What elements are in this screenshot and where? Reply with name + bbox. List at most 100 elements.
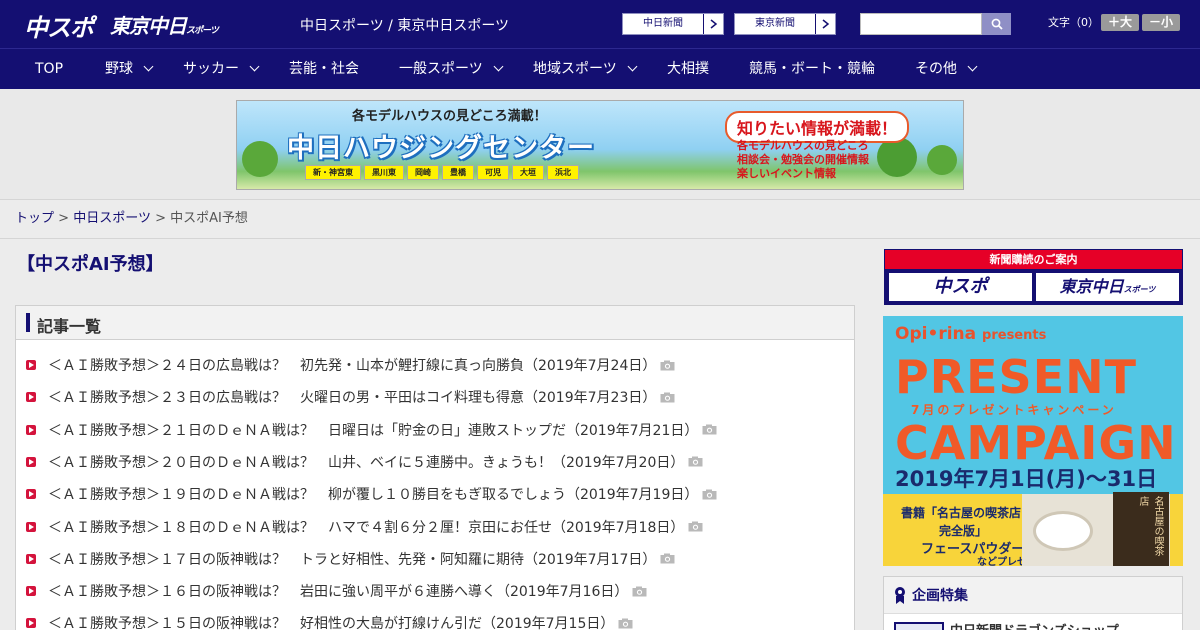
arrow-bullet-icon — [26, 553, 36, 564]
chuspo-logo[interactable]: 中スポ — [24, 8, 94, 43]
article-link[interactable]: ＜ＡＩ勝敗予想＞２０日のＤｅＮＡ戦は？ 山井、ベイに５連勝中。きょうも！（201… — [26, 451, 703, 473]
feature-item-title: 中日新聞ドラゴンズショップ — [950, 620, 1119, 630]
chevron-down-icon — [627, 61, 638, 72]
nav-item-label: その他 — [915, 61, 957, 77]
subscription-chuspo-logo[interactable]: 中スポ — [889, 273, 1032, 301]
nav-item-label: 競馬・ボート・競輪 — [749, 61, 875, 77]
article-link[interactable]: ＜ＡＩ勝敗予想＞２１日のＤｅＮＡ戦は？ 日曜日は「貯金の日」連敗ストップだ（20… — [26, 419, 717, 441]
camera-icon — [632, 582, 647, 597]
search-input[interactable] — [860, 13, 982, 35]
font-size-label: 文字（0） — [1048, 16, 1099, 29]
nav-item-top[interactable]: TOP — [35, 49, 63, 89]
article-link[interactable]: ＜ＡＩ勝敗予想＞１５日の阪神戦は？ 好相性の大島が打線けん引だ（2019年7月1… — [26, 612, 633, 630]
feature-heading-label: 企画特集 — [912, 588, 968, 604]
subscription-tokyo-logo[interactable]: 東京中日スポーツ — [1036, 273, 1179, 301]
ad-band: 各モデルハウスの見どころ満載！ 中日ハウジングセンター 新・神宮東 黒川東 岡崎… — [0, 89, 1200, 200]
breadcrumb-separator: > — [58, 211, 70, 226]
subscription-heading: 新聞購読のご案内 — [885, 250, 1182, 269]
ribbon-icon — [895, 587, 905, 604]
arrow-bullet-icon — [26, 424, 36, 435]
camera-icon — [702, 420, 717, 435]
article-title: ＜ＡＩ勝敗予想＞２４日の広島戦は？ 初先発・山本が鯉打線に真っ向勝負（2019年… — [48, 358, 657, 374]
camera-icon — [688, 517, 703, 532]
feature-thumbnail — [894, 622, 944, 630]
arrow-bullet-icon — [26, 586, 36, 597]
nav-item-label: TOP — [35, 61, 64, 77]
nav-item-label: 野球 — [105, 61, 133, 77]
tree-decoration — [927, 145, 957, 175]
powder-jar-image — [1033, 511, 1093, 551]
promo-foot-text: 書籍「名古屋の喫茶店 — [901, 506, 1022, 520]
arrow-bullet-icon — [26, 521, 36, 532]
article-title: ＜ＡＩ勝敗予想＞１６日の阪神戦は？ 岩田に強い周平が６連勝へ導く（2019年7月… — [48, 584, 629, 601]
tokyo-chunichi-logo[interactable]: 東京中日スポーツ — [110, 10, 219, 39]
article-link[interactable]: ＜ＡＩ勝敗予想＞１９日のＤｅＮＡ戦は？ 柳が覆し１０勝目をもぎ取るでしょう（20… — [26, 483, 717, 505]
chevron-right-icon — [703, 14, 723, 34]
article-list-panel: 記事一覧 ＜ＡＩ勝敗予想＞２４日の広島戦は？ 初先発・山本が鯉打線に真っ向勝負（… — [15, 305, 855, 630]
article-title: ＜ＡＩ勝敗予想＞２３日の広島戦は？ 火曜日の男・平田はコイ料理も得意（2019年… — [48, 390, 657, 407]
nav-item-label: 一般スポーツ — [399, 61, 483, 77]
article-title: ＜ＡＩ勝敗予想＞１５日の阪神戦は？ 好相性の大島が打線けん引だ（2019年7月1… — [48, 616, 615, 630]
camera-icon — [688, 452, 703, 467]
promo-brand: Opi•rina presents — [895, 324, 1046, 344]
subscription-box[interactable]: 新聞購読のご案内 中スポ 東京中日スポーツ — [884, 249, 1183, 305]
feature-item[interactable]: 中日新聞ドラゴンズショップ — [884, 613, 1182, 630]
chunichi-shimbun-label: 中日新聞 — [643, 18, 683, 29]
breadcrumb-top[interactable]: トップ — [15, 211, 54, 226]
banner-lines: 各モデルハウスの見どころ 相談会・勉強会の開催情報 楽しいイベント情報 — [737, 139, 869, 181]
tokyo-chunichi-logo-text: 東京中日 — [110, 14, 187, 38]
font-smaller-button[interactable]: －小 — [1142, 14, 1180, 31]
present-campaign-ad[interactable]: Opi•rina presents PRESENT 7月のプレゼントキャンペーン… — [883, 316, 1183, 566]
font-larger-button[interactable]: ＋大 — [1101, 14, 1139, 31]
article-title: ＜ＡＩ勝敗予想＞２１日のＤｅＮＡ戦は？ 日曜日は「貯金の日」連敗ストップだ（20… — [48, 422, 699, 439]
site-header: 中スポ 東京中日スポーツ 中日スポーツ / 東京中日スポーツ 中日新聞 東京新聞… — [0, 0, 1200, 48]
promo-brand-name: Opi•rina — [895, 324, 977, 344]
header-accent-bar — [26, 313, 30, 332]
chevron-right-icon — [815, 14, 835, 34]
breadcrumb-current: 中スポAI予想 — [170, 211, 248, 226]
chunichi-shimbun-link[interactable]: 中日新聞 — [622, 13, 724, 35]
nav-item-label: サッカー — [183, 61, 239, 77]
article-link[interactable]: ＜ＡＩ勝敗予想＞１６日の阪神戦は？ 岩田に強い周平が６連勝へ導く（2019年7月… — [26, 580, 647, 602]
subscription-tokyo-logo-small: スポーツ — [1123, 285, 1156, 294]
banner-title: 中日ハウジングセンター — [287, 133, 595, 164]
tokyo-shimbun-link[interactable]: 東京新聞 — [734, 13, 836, 35]
nav-item-label: 大相撲 — [667, 61, 709, 77]
promo-foot-text: 完全版」 — [939, 524, 988, 538]
nav-item-baseball[interactable]: 野球 — [105, 49, 154, 89]
nav-item-sumo[interactable]: 大相撲 — [667, 49, 709, 89]
site-title[interactable]: 中日スポーツ / 東京中日スポーツ — [300, 15, 509, 35]
nav-item-racing[interactable]: 競馬・ボート・競輪 — [749, 49, 875, 89]
banner-subtitle: 各モデルハウスの見どころ満載！ — [352, 109, 547, 124]
nav-item-regional-sports[interactable]: 地域スポーツ — [533, 49, 638, 89]
article-list-title: 記事一覧 — [37, 317, 102, 336]
banner-place: 可児 — [477, 165, 509, 180]
nav-item-other[interactable]: その他 — [915, 49, 978, 89]
article-link[interactable]: ＜ＡＩ勝敗予想＞１８日のＤｅＮＡ戦は？ ハマで４割６分２厘！京田にお任せ（201… — [26, 516, 703, 538]
banner-places: 新・神宮東 黒川東 岡崎 豊橋 可児 大垣 浜北 — [305, 165, 579, 180]
breadcrumb-chunichi-sports[interactable]: 中日スポーツ — [73, 211, 151, 226]
feature-heading: 企画特集 — [894, 585, 968, 605]
camera-icon — [702, 485, 717, 500]
article-title: ＜ＡＩ勝敗予想＞１８日のＤｅＮＡ戦は？ ハマで４割６分２厘！京田にお任せ（201… — [48, 519, 685, 536]
tokyo-shimbun-label: 東京新聞 — [755, 18, 795, 29]
search-button[interactable] — [982, 13, 1011, 35]
arrow-bullet-icon — [26, 489, 36, 500]
nav-item-label: 芸能・社会 — [289, 61, 359, 77]
promo-line1: PRESENT — [895, 350, 1137, 404]
banner-place: 新・神宮東 — [305, 165, 361, 180]
article-link[interactable]: ＜ＡＩ勝敗予想＞１７日の阪神戦は？ トラと好相性、先発・阿知羅に期待（2019年… — [26, 548, 675, 570]
nav-item-entertainment[interactable]: 芸能・社会 — [289, 49, 359, 89]
promo-brand-suffix: presents — [982, 328, 1047, 343]
article-link[interactable]: ＜ＡＩ勝敗予想＞２４日の広島戦は？ 初先発・山本が鯉打線に真っ向勝負（2019年… — [26, 354, 675, 376]
housing-center-banner[interactable]: 各モデルハウスの見どころ満載！ 中日ハウジングセンター 新・神宮東 黒川東 岡崎… — [236, 100, 964, 190]
banner-place: 黒川東 — [364, 165, 404, 180]
article-link[interactable]: ＜ＡＩ勝敗予想＞２３日の広島戦は？ 火曜日の男・平田はコイ料理も得意（2019年… — [26, 386, 675, 408]
chevron-down-icon — [143, 61, 154, 72]
arrow-bullet-icon — [26, 392, 36, 403]
article-list-header: 記事一覧 — [16, 306, 854, 340]
nav-item-general-sports[interactable]: 一般スポーツ — [399, 49, 504, 89]
camera-icon — [660, 356, 675, 370]
nav-item-soccer[interactable]: サッカー — [183, 49, 260, 89]
camera-icon — [660, 388, 675, 403]
